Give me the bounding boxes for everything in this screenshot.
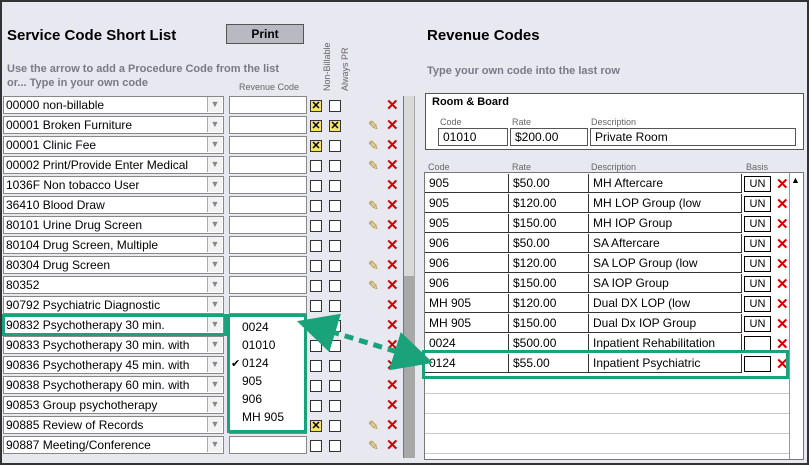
link-arrow-icon [296,313,434,371]
